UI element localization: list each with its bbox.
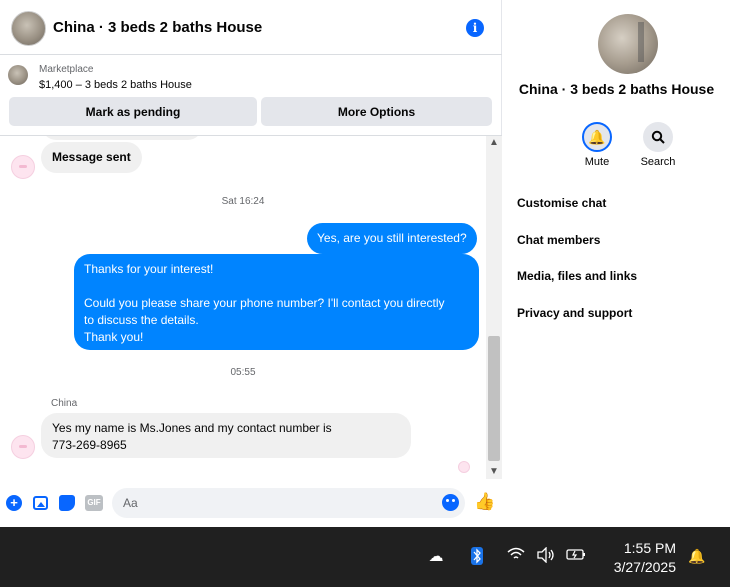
marketplace-listing: Marketplace $1,400 – 3 beds 2 baths Hous… xyxy=(0,56,502,136)
mute-label[interactable]: Mute xyxy=(567,156,627,168)
scroll-up-arrow-icon[interactable]: ▲ xyxy=(486,136,502,150)
scroll-thumb[interactable] xyxy=(488,336,500,461)
menu-privacy-support[interactable]: Privacy and support xyxy=(517,306,632,320)
sender-name: China xyxy=(51,398,78,409)
menu-chat-members[interactable]: Chat members xyxy=(517,233,600,247)
incoming-message[interactable]: Yes my name is Ms.Jones and my contact n… xyxy=(41,413,411,458)
sticker-icon[interactable] xyxy=(59,495,75,511)
message-list: Message sent Sat 16:24 Yes, are you stil… xyxy=(0,136,486,479)
chat-title[interactable]: China · 3 beds 2 baths House xyxy=(53,19,262,36)
message-composer: + GIF 👍 xyxy=(0,479,502,527)
scroll-down-arrow-icon[interactable]: ▼ xyxy=(486,465,502,479)
onedrive-cloud-icon[interactable]: ☁ xyxy=(426,547,446,567)
taskbar: ☁ 1:55 PM 3/27/2025 🔔 xyxy=(0,527,730,587)
menu-customise-chat[interactable]: Customise chat xyxy=(517,196,606,210)
clock-time[interactable]: 1:55 PM xyxy=(604,540,676,556)
emoji-icon[interactable] xyxy=(442,494,459,511)
outgoing-message[interactable]: Yes, are you still interested? xyxy=(307,223,477,254)
chat-header: China · 3 beds 2 baths House i xyxy=(0,0,502,55)
gif-icon[interactable]: GIF xyxy=(85,495,103,511)
peer-avatar[interactable] xyxy=(11,435,35,459)
bell-icon[interactable]: 🔔 xyxy=(582,122,612,152)
outgoing-message[interactable]: Thanks for your interest! Could you plea… xyxy=(74,254,479,350)
notification-bell-icon[interactable]: 🔔 xyxy=(688,547,706,565)
conversation-avatar[interactable] xyxy=(11,11,46,46)
volume-icon[interactable] xyxy=(536,546,556,567)
plus-icon[interactable]: + xyxy=(6,495,22,511)
message-scrollbar[interactable]: ▲ ▼ xyxy=(486,136,502,479)
chat-pane: China · 3 beds 2 baths House i Marketpla… xyxy=(0,0,502,527)
menu-media-files-links[interactable]: Media, files and links xyxy=(517,269,637,283)
search-label[interactable]: Search xyxy=(628,156,688,168)
battery-icon[interactable] xyxy=(566,547,586,567)
mark-as-pending-button[interactable]: Mark as pending xyxy=(9,97,257,126)
search-icon[interactable] xyxy=(643,122,673,152)
clock-date[interactable]: 3/27/2025 xyxy=(604,559,676,575)
message-sent-notice: Message sent xyxy=(41,142,142,173)
message-input[interactable] xyxy=(112,488,465,518)
peer-avatar[interactable] xyxy=(11,155,35,179)
detail-title: China · 3 beds 2 baths House xyxy=(518,81,715,97)
incoming-message-line: Yes my name is Ms.Jones and my contact n… xyxy=(52,421,332,435)
info-icon[interactable]: i xyxy=(466,19,484,37)
more-options-button[interactable]: More Options xyxy=(261,97,492,126)
incoming-message-line: 773-269-8965 xyxy=(52,438,127,452)
detail-avatar[interactable] xyxy=(598,14,658,74)
previous-bubble-edge xyxy=(42,136,202,140)
listing-label: Marketplace xyxy=(39,64,94,75)
listing-thumbnail[interactable] xyxy=(8,65,28,85)
thumbs-up-icon[interactable]: 👍 xyxy=(474,492,495,512)
chat-details-pane: China · 3 beds 2 baths House 🔔 Mute Sear… xyxy=(503,0,730,527)
timestamp: 05:55 xyxy=(230,367,256,378)
listing-price-title[interactable]: $1,400 – 3 beds 2 baths House xyxy=(39,79,192,91)
photo-icon[interactable] xyxy=(33,496,48,510)
bluetooth-icon[interactable] xyxy=(467,547,487,567)
wifi-icon[interactable] xyxy=(506,547,526,567)
timestamp: Sat 16:24 xyxy=(221,196,265,207)
read-receipt-avatar xyxy=(458,461,470,473)
